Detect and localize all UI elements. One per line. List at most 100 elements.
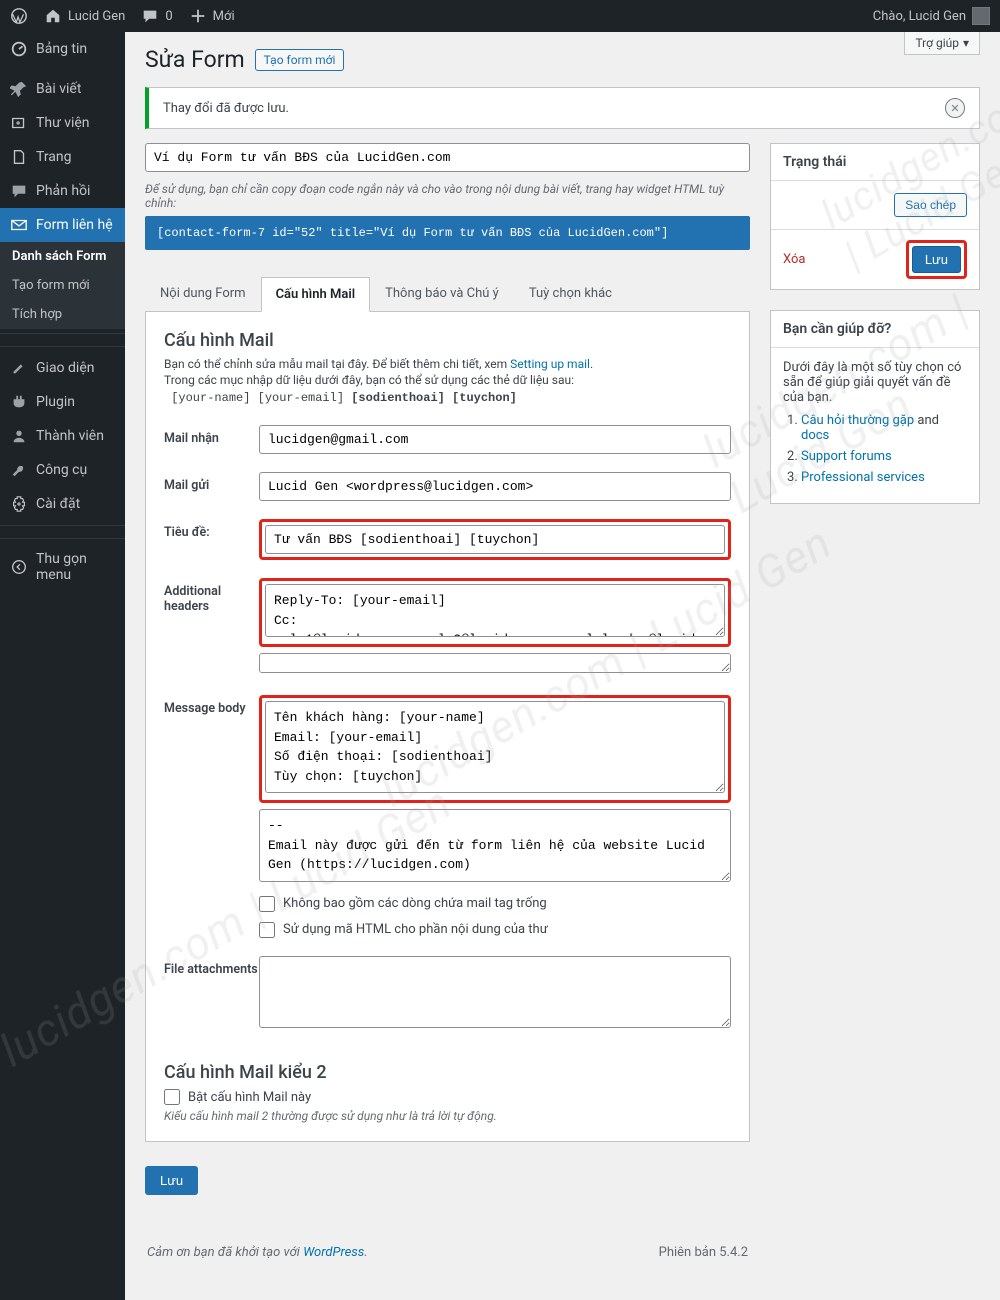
mail2-desc: Kiểu cấu hình mail 2 thường được sử dụng… — [164, 1109, 731, 1123]
input-mail-headers-extra[interactable] — [259, 653, 731, 673]
save-button-bottom[interactable]: Lưu — [145, 1166, 198, 1195]
input-mail-from[interactable] — [259, 472, 731, 501]
label-mail-from: Mail gửi — [164, 472, 259, 493]
tab-mail[interactable]: Cấu hình Mail — [261, 277, 371, 312]
tab-additional[interactable]: Tuỳ chọn khác — [514, 276, 627, 311]
tools-icon — [10, 461, 28, 479]
mail-tags-plain: [your-name] [your-email] — [171, 391, 344, 405]
footer-wp-link[interactable]: WordPress — [303, 1245, 364, 1260]
label-mail-subject: Tiêu đề: — [164, 519, 259, 540]
delete-link[interactable]: Xóa — [783, 252, 806, 267]
help-item-2: Support forums — [801, 449, 967, 464]
label-mail-to: Mail nhận — [164, 425, 259, 446]
comment-icon — [10, 182, 28, 200]
help-item-1: Câu hỏi thường gặp and docs — [801, 413, 967, 443]
sidebar-item-tools[interactable]: Công cụ — [0, 453, 125, 487]
sidebar-sub-forms[interactable]: Danh sách Form — [0, 242, 125, 271]
input-mail-body-top[interactable]: Tên khách hàng: [your-name] Email: [your… — [265, 701, 725, 793]
copy-button[interactable]: Sao chép — [894, 193, 967, 217]
input-mail-subject[interactable] — [265, 525, 725, 554]
site-name: Lucid Gen — [68, 9, 125, 24]
dismiss-notice-button[interactable]: ✕ — [945, 98, 965, 118]
comments-link[interactable]: 0 — [141, 7, 172, 25]
page-icon — [10, 148, 28, 166]
label-mail-headers: Additional headers — [164, 578, 259, 614]
chk-use-html[interactable]: Sử dụng mã HTML cho phần nội dung của th… — [259, 922, 731, 938]
tab-messages[interactable]: Thông báo và Chú ý — [370, 276, 514, 311]
media-icon — [10, 114, 28, 132]
postbox-status-title: Trạng thái — [771, 144, 979, 181]
postbox-help: Bạn cần giúp đỡ? Dưới đây là một số tùy … — [770, 310, 980, 504]
add-new-button[interactable]: Tạo form mới — [255, 49, 345, 71]
sidebar-item-appearance[interactable]: Giao diện — [0, 351, 125, 385]
sidebar-item-pages[interactable]: Trang — [0, 140, 125, 174]
comments-count: 0 — [165, 9, 172, 24]
wordpress-icon — [10, 7, 28, 25]
sidebar-item-dashboard[interactable]: Bảng tin — [0, 32, 125, 66]
pin-icon — [10, 80, 28, 98]
sidebar-item-media[interactable]: Thư viện — [0, 106, 125, 140]
mail-desc1: Bạn có thể chỉnh sửa mẫu mail tại đây. Đ… — [164, 357, 731, 371]
new-label: Mới — [213, 9, 235, 24]
mail-desc2: Trong các mục nhập dữ liệu dưới đây, bạn… — [164, 373, 731, 387]
shortcode-desc: Để sử dụng, bạn chỉ cần copy đoạn code n… — [145, 182, 750, 210]
input-mail-attachments[interactable] — [259, 956, 731, 1029]
home-icon — [44, 7, 62, 25]
tab-form[interactable]: Nội dung Form — [145, 276, 261, 311]
postbox-status: Trạng thái Sao chép Xóa Lưu — [770, 143, 980, 290]
shortcode-box[interactable]: [contact-form-7 id="52" title="Ví dụ For… — [145, 216, 750, 250]
brush-icon — [10, 359, 28, 377]
avatar — [972, 7, 990, 25]
collapse-icon — [10, 558, 28, 576]
postbox-help-title: Bạn cần giúp đỡ? — [771, 311, 979, 348]
chk-mail2-enable[interactable]: Bật cấu hình Mail này — [164, 1089, 731, 1105]
postbox-help-desc: Dưới đây là một số tùy chọn có sẵn để gi… — [783, 360, 967, 405]
form-title-input[interactable] — [145, 143, 750, 172]
new-link[interactable]: Mới — [189, 7, 235, 25]
label-mail-body: Message body — [164, 695, 259, 716]
mail2-heading: Cấu hình Mail kiểu 2 — [164, 1062, 731, 1083]
mail-heading: Cấu hình Mail — [164, 330, 731, 351]
label-mail-attachments: File attachments — [164, 956, 259, 977]
sidebar-sub-integration[interactable]: Tích hợp — [0, 300, 125, 329]
sidebar-item-contact-form[interactable]: Form liên hệ — [0, 208, 125, 242]
notice-message: Thay đổi đã được lưu. — [163, 101, 289, 116]
wp-logo[interactable] — [10, 7, 28, 25]
input-mail-to[interactable] — [259, 425, 731, 454]
help-link-support[interactable]: Support forums — [801, 449, 892, 464]
plugin-icon — [10, 393, 28, 411]
input-mail-body-rest[interactable]: -- Email này được gửi đến từ form liên h… — [259, 809, 731, 882]
footer-left: Cảm ơn bạn đã khởi tạo với WordPress. — [147, 1245, 368, 1260]
content-area: Trợ giúp▾ Sửa Form Tạo form mới Thay đổi… — [125, 32, 1000, 1300]
users-icon — [10, 427, 28, 445]
footer-version: Phiên bản 5.4.2 — [659, 1245, 748, 1260]
sidebar-item-plugins[interactable]: Plugin — [0, 385, 125, 419]
mail-panel: Cấu hình Mail Bạn có thể chỉnh sửa mẫu m… — [145, 312, 750, 1142]
setup-mail-link[interactable]: Setting up mail — [510, 357, 590, 371]
sidebar-item-comments[interactable]: Phản hồi — [0, 174, 125, 208]
help-link-docs[interactable]: docs — [801, 428, 829, 443]
help-link-faq[interactable]: Câu hỏi thường gặp — [801, 413, 914, 428]
plus-icon — [189, 7, 207, 25]
page-title: Sửa Form — [145, 46, 245, 73]
greeting[interactable]: Chào, Lucid Gen — [873, 7, 990, 25]
sidebar-sub-new[interactable]: Tạo form mới — [0, 271, 125, 300]
settings-icon — [10, 495, 28, 513]
admin-bar: Lucid Gen 0 Mới Chào, Lucid Gen — [0, 0, 1000, 32]
sidebar-item-users[interactable]: Thành viên — [0, 419, 125, 453]
save-button-side[interactable]: Lưu — [912, 246, 961, 273]
sidebar-item-collapse[interactable]: Thu gọn menu — [0, 543, 125, 591]
site-link[interactable]: Lucid Gen — [44, 7, 125, 25]
notice-success: Thay đổi đã được lưu. ✕ — [145, 87, 980, 129]
sidebar-item-settings[interactable]: Cài đặt — [0, 487, 125, 521]
help-item-3: Professional services — [801, 470, 967, 485]
help-tab[interactable]: Trợ giúp▾ — [904, 32, 980, 55]
tabs: Nội dung Form Cấu hình Mail Thông báo và… — [145, 276, 750, 312]
sidebar-item-posts[interactable]: Bài viết — [0, 72, 125, 106]
mail-tags-bold: [sodienthoai] [tuychon] — [351, 391, 517, 405]
input-mail-headers[interactable] — [265, 584, 725, 637]
mail-icon — [10, 216, 28, 234]
help-link-pro[interactable]: Professional services — [801, 470, 925, 485]
chevron-down-icon: ▾ — [963, 36, 969, 50]
chk-exclude-blank[interactable]: Không bao gồm các dòng chứa mail tag trố… — [259, 896, 731, 912]
